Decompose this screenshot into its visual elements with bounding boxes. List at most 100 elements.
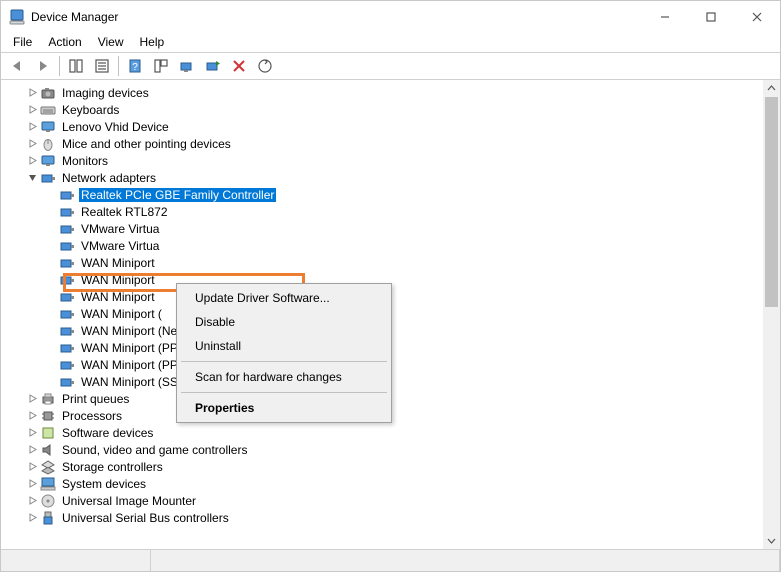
category-software-devices[interactable]: Software devices [5, 424, 763, 441]
tree-item-label: Network adapters [60, 171, 158, 185]
network-adapter-icon [59, 255, 75, 271]
maximize-button[interactable] [688, 1, 734, 32]
device-tree-panel: Imaging devicesKeyboards Lenovo Vhid Devi… [1, 80, 780, 549]
network-icon [40, 170, 56, 186]
device-vmnet1[interactable]: VMware Virtua [5, 220, 763, 237]
category-network-adapters[interactable]: Network adapters [5, 169, 763, 186]
expand-collapse-icon[interactable] [24, 513, 40, 522]
help-button[interactable]: ? [123, 54, 147, 78]
expand-collapse-icon[interactable] [24, 105, 40, 114]
expand-collapse-icon[interactable] [24, 445, 40, 454]
category-imaging-devices[interactable]: Imaging devices [5, 84, 763, 101]
network-adapter-icon [59, 238, 75, 254]
forward-button[interactable] [31, 54, 55, 78]
tree-item-label: Monitors [60, 154, 110, 168]
expand-collapse-icon[interactable] [24, 479, 40, 488]
expand-collapse-icon[interactable] [24, 411, 40, 420]
ctx-properties[interactable]: Properties [179, 396, 389, 420]
network-adapter-icon [59, 187, 75, 203]
device-manager-window: Device Manager File Action View Help ? I… [0, 0, 781, 572]
scroll-thumb[interactable] [765, 97, 778, 307]
category-system-devices[interactable]: System devices [5, 475, 763, 492]
network-adapter-icon [59, 357, 75, 373]
network-adapter-icon [59, 374, 75, 390]
uninstall-button[interactable] [227, 54, 251, 78]
menu-bar: File Action View Help [1, 32, 780, 52]
tree-item-label: Sound, video and game controllers [60, 443, 249, 457]
category-monitors[interactable]: Monitors [5, 152, 763, 169]
category-keyboards[interactable]: Keyboards [5, 101, 763, 118]
category-usb-controllers[interactable]: Universal Serial Bus controllers [5, 509, 763, 526]
window-title: Device Manager [31, 10, 642, 24]
device-vmnet8[interactable]: VMware Virtua [5, 237, 763, 254]
app-icon [9, 9, 25, 25]
expand-collapse-icon[interactable] [24, 462, 40, 471]
toolbar: ? [1, 52, 780, 80]
monitor-icon [40, 119, 56, 135]
tree-item-label: Universal Image Mounter [60, 494, 198, 508]
category-universal-image-mounter[interactable]: Universal Image Mounter [5, 492, 763, 509]
network-adapter-icon [59, 323, 75, 339]
tree-item-label: System devices [60, 477, 148, 491]
expand-collapse-icon[interactable] [24, 139, 40, 148]
ctx-separator [181, 392, 387, 393]
tree-item-label: WAN Miniport [79, 256, 157, 270]
scan-hardware-button[interactable] [253, 54, 277, 78]
menu-help[interactable]: Help [132, 33, 173, 51]
close-button[interactable] [734, 1, 780, 32]
expand-collapse-icon[interactable] [24, 156, 40, 165]
tree-item-label: WAN Miniport [79, 290, 157, 304]
content-area: Imaging devicesKeyboards Lenovo Vhid Devi… [1, 80, 780, 549]
scroll-down-icon[interactable] [763, 532, 780, 549]
tree-item-label: VMware Virtua [79, 222, 161, 236]
device-realtek-gbe[interactable]: Realtek PCIe GBE Family Controller [5, 186, 763, 203]
tree-item-label: VMware Virtua [79, 239, 161, 253]
tree-item-label: Realtek PCIe GBE Family Controller [79, 188, 276, 202]
camera-icon [40, 85, 56, 101]
menu-action[interactable]: Action [40, 33, 89, 51]
enable-button[interactable] [175, 54, 199, 78]
tree-item-label: Lenovo Vhid Device [60, 120, 171, 134]
status-cell-right [151, 550, 780, 571]
action-button[interactable] [149, 54, 173, 78]
ctx-disable[interactable]: Disable [179, 310, 389, 334]
title-bar: Device Manager [1, 1, 780, 32]
expand-collapse-icon[interactable] [24, 173, 40, 182]
vertical-scrollbar[interactable] [763, 80, 780, 549]
status-cell-left [1, 550, 151, 571]
category-sound-video-game[interactable]: Sound, video and game controllers [5, 441, 763, 458]
tree-item-label: WAN Miniport ( [79, 307, 164, 321]
back-button[interactable] [5, 54, 29, 78]
expand-collapse-icon[interactable] [24, 394, 40, 403]
category-mice[interactable]: Mice and other pointing devices [5, 135, 763, 152]
properties-button[interactable] [90, 54, 114, 78]
status-bar [1, 549, 780, 571]
tree-item-label: Universal Serial Bus controllers [60, 511, 231, 525]
ctx-separator [181, 361, 387, 362]
tree-item-label: Mice and other pointing devices [60, 137, 233, 151]
tree-item-label: WAN Miniport [79, 273, 157, 287]
network-adapter-icon [59, 221, 75, 237]
ctx-update-driver[interactable]: Update Driver Software... [179, 286, 389, 310]
show-hide-tree-button[interactable] [64, 54, 88, 78]
category-lenovo-vhid[interactable]: Lenovo Vhid Device [5, 118, 763, 135]
svg-text:?: ? [132, 62, 138, 73]
ctx-uninstall[interactable]: Uninstall [179, 334, 389, 358]
update-driver-button[interactable] [201, 54, 225, 78]
scroll-up-icon[interactable] [763, 80, 780, 97]
processor-icon [40, 408, 56, 424]
device-wan-miniport-1[interactable]: WAN Miniport [5, 254, 763, 271]
tree-item-label: Print queues [60, 392, 131, 406]
expand-collapse-icon[interactable] [24, 88, 40, 97]
expand-collapse-icon[interactable] [24, 428, 40, 437]
expand-collapse-icon[interactable] [24, 496, 40, 505]
network-adapter-icon [59, 204, 75, 220]
category-storage-controllers[interactable]: Storage controllers [5, 458, 763, 475]
menu-view[interactable]: View [90, 33, 132, 51]
minimize-button[interactable] [642, 1, 688, 32]
menu-file[interactable]: File [5, 33, 40, 51]
ctx-scan-hardware[interactable]: Scan for hardware changes [179, 365, 389, 389]
device-realtek-8723[interactable]: Realtek RTL872 [5, 203, 763, 220]
tree-item-label: Storage controllers [60, 460, 165, 474]
expand-collapse-icon[interactable] [24, 122, 40, 131]
